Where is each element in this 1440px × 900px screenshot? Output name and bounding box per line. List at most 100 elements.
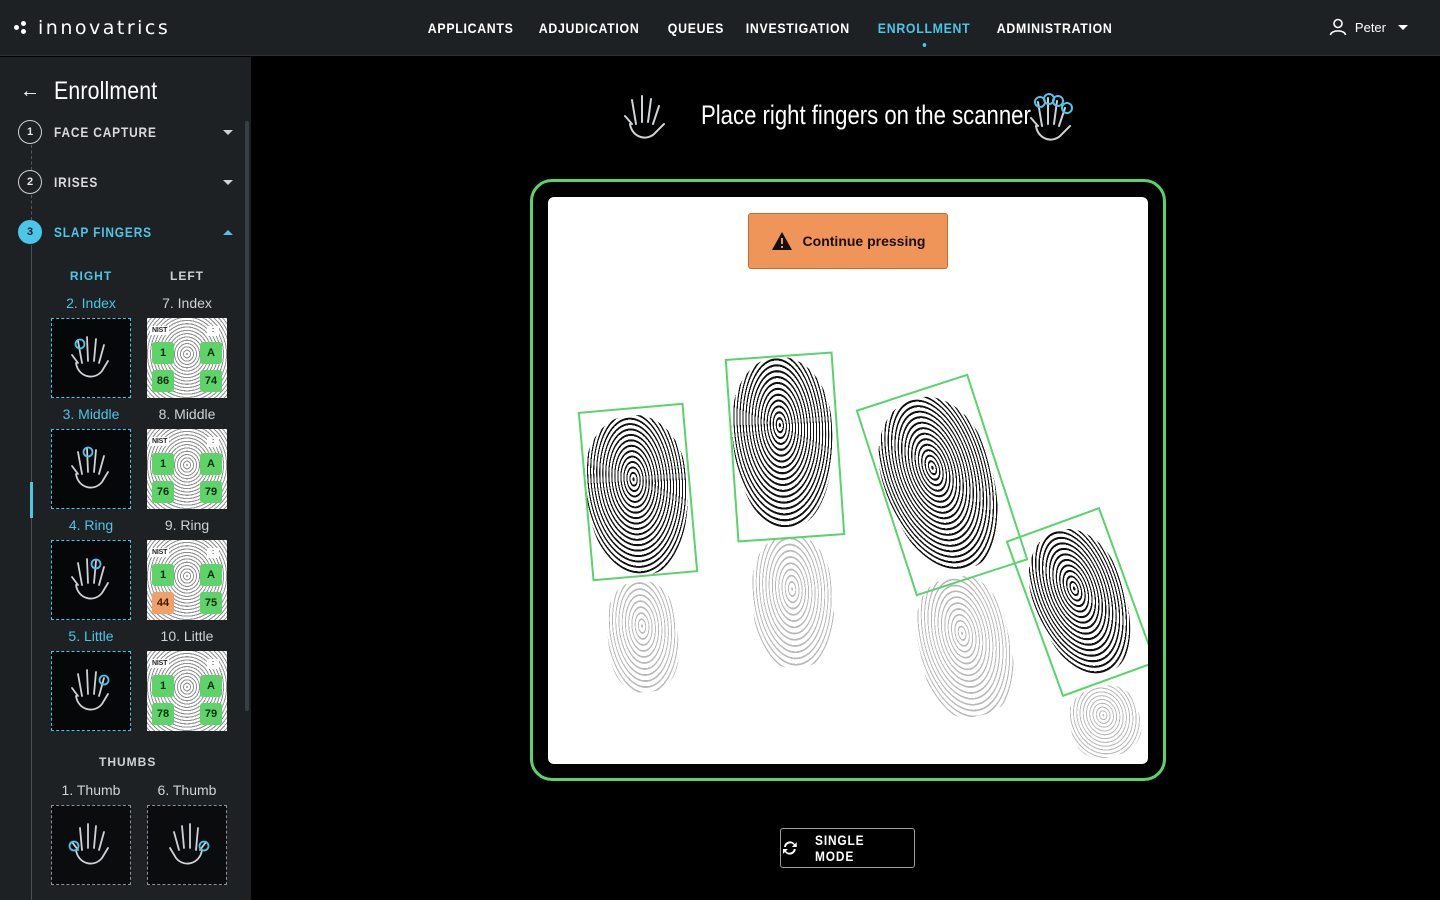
slot-right-thumb[interactable]	[51, 805, 131, 885]
nist-label: NIST	[150, 326, 170, 335]
single-mode-label: SINGLE MODE	[814, 832, 865, 864]
nist-quality-badge: 1	[152, 564, 174, 586]
vendor-logo-icon: ∶	[207, 326, 219, 336]
slot-right-index[interactable]	[51, 318, 131, 398]
nav-applicants[interactable]: APPLICANTS	[419, 0, 522, 56]
slot-left-thumb[interactable]	[147, 805, 227, 885]
quality-score-badge: 78	[152, 703, 174, 725]
warning-text: Continue pressing	[802, 233, 926, 249]
finger-label-left-ring: 9. Ring	[164, 517, 210, 533]
grade-badge: A	[200, 564, 222, 586]
main-nav: APPLICANTS ADJUDICATION QUEUES INVESTIGA…	[419, 0, 1134, 56]
quality-score-badge: 76	[152, 481, 174, 503]
step-connector	[31, 145, 32, 170]
user-icon	[1329, 18, 1347, 36]
slot-left-little[interactable]: NIST ∶ 1 A 78 79	[147, 651, 227, 731]
sidebar-header: ← Enrollment	[20, 77, 176, 106]
finger-label-left-index: 7. Index	[162, 295, 212, 311]
grade-score-badge: 79	[200, 481, 222, 503]
nist-quality-badge: 1	[152, 453, 174, 475]
finger-label-right-index: 2. Index	[66, 295, 116, 311]
finger-label-left-little: 10. Little	[160, 628, 214, 644]
grade-score-badge: 75	[200, 592, 222, 614]
slot-right-ring[interactable]	[51, 540, 131, 620]
step-connector	[31, 195, 32, 220]
hand-little-icon	[71, 669, 110, 711]
finger-label-left-middle: 8. Middle	[158, 406, 216, 422]
nist-label: NIST	[150, 659, 170, 668]
back-arrow-icon[interactable]: ←	[20, 80, 40, 103]
finger-label-right-middle: 3. Middle	[62, 406, 120, 422]
chevron-down-icon	[223, 179, 233, 185]
fingerprint-index-lower	[603, 579, 683, 695]
nav-queues[interactable]: QUEUES	[659, 0, 733, 56]
brand-name: innovatrics	[38, 17, 171, 39]
chevron-down-icon	[223, 129, 233, 135]
step-number: 1	[18, 120, 42, 144]
nav-enrollment[interactable]: ENROLLMENT	[869, 0, 979, 56]
slot-right-little[interactable]	[51, 651, 131, 731]
column-header-right: RIGHT	[69, 269, 113, 283]
nav-administration[interactable]: ADMINISTRATION	[988, 0, 1121, 56]
grade-badge: A	[200, 453, 222, 475]
slot-left-index[interactable]: NIST ∶ 1 A 86 74	[147, 318, 227, 398]
detection-box-ring	[855, 373, 1029, 597]
vendor-logo-icon: ∶	[207, 437, 219, 447]
step-label: IRISES	[54, 174, 99, 190]
nist-label: NIST	[150, 437, 170, 446]
step-label: SLAP FINGERS	[54, 224, 152, 240]
hand-thumb-icon	[68, 823, 109, 865]
hand-thumb-icon	[169, 823, 210, 865]
chevron-down-icon	[1398, 24, 1408, 30]
step-connector	[31, 245, 32, 900]
brand-logo[interactable]: innovatrics	[14, 17, 170, 39]
step-number: 2	[18, 170, 42, 194]
nist-label: NIST	[150, 548, 170, 557]
logo-icon	[14, 21, 30, 35]
refresh-icon	[782, 841, 797, 855]
detection-box-index	[577, 402, 699, 582]
top-header: innovatrics APPLICANTS ADJUDICATION QUEU…	[0, 0, 1440, 56]
sidebar-title: Enrollment	[54, 77, 158, 105]
finger-label-right-ring: 4. Ring	[68, 517, 114, 533]
single-mode-button[interactable]: SINGLE MODE	[780, 828, 915, 868]
nist-quality-badge: 1	[152, 675, 174, 697]
step-face-capture[interactable]: 1 FACE CAPTURE	[18, 120, 233, 144]
scroll-position-indicator	[30, 482, 33, 518]
warning-icon	[771, 232, 792, 250]
right-fingers-highlight-icon	[1030, 93, 1073, 141]
vendor-logo-icon: ∶	[207, 548, 219, 558]
chevron-up-icon	[223, 229, 233, 235]
fingerprint-middle-lower	[748, 534, 838, 670]
sidebar-scrollbar[interactable]	[245, 121, 249, 711]
active-indicator	[922, 43, 926, 47]
user-menu[interactable]: Peter	[1329, 18, 1408, 36]
step-label: FACE CAPTURE	[54, 124, 157, 140]
detection-box-little	[1005, 506, 1148, 698]
slot-left-middle[interactable]: NIST ∶ 1 A 76 79	[147, 429, 227, 509]
thumbs-header: THUMBS	[99, 755, 157, 769]
finger-label-right-little: 5. Little	[68, 628, 114, 644]
hand-middle-icon	[71, 446, 109, 489]
nav-adjudication[interactable]: ADJUDICATION	[530, 0, 648, 56]
detection-box-middle	[724, 351, 846, 543]
finger-label-right-thumb: 1. Thumb	[61, 782, 121, 798]
user-name: Peter	[1354, 19, 1386, 35]
slot-left-ring[interactable]: NIST ∶ 1 A 44 75	[147, 540, 227, 620]
grade-badge: A	[200, 675, 222, 697]
grade-score-badge: 79	[200, 703, 222, 725]
hand-index-icon	[71, 336, 109, 378]
grade-score-badge: 74	[200, 370, 222, 392]
nav-investigation[interactable]: INVESTIGATION	[737, 0, 859, 56]
right-hand-icon	[624, 95, 665, 139]
hand-ring-icon	[71, 558, 109, 600]
instruction-title: Place right fingers on the scanner	[701, 100, 1031, 130]
scanner-preview: Continue pressing	[548, 197, 1148, 764]
vendor-logo-icon: ∶	[207, 659, 219, 669]
warning-banner: Continue pressing	[748, 213, 948, 269]
step-irises[interactable]: 2 IRISES	[18, 170, 233, 194]
quality-score-badge: 44	[152, 592, 174, 614]
slot-right-middle[interactable]	[51, 429, 131, 509]
column-header-left: LEFT	[170, 269, 204, 283]
step-slap-fingers[interactable]: 3 SLAP FINGERS	[18, 220, 233, 244]
